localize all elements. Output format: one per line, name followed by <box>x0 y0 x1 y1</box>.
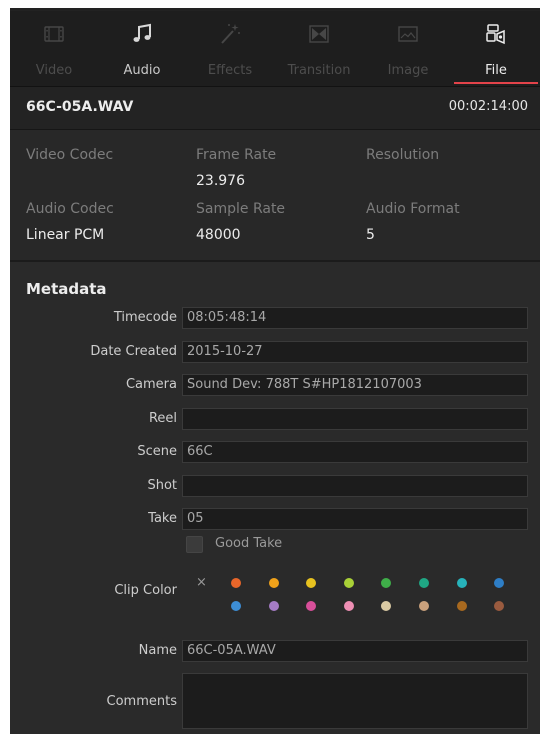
audio-codec-label: Audio Codec <box>26 201 114 217</box>
name-label: Name <box>138 643 177 658</box>
clip-color-label: Clip Color <box>114 583 177 598</box>
date-created-field[interactable]: 2015-10-27 <box>182 341 528 363</box>
audio-codec-value: Linear PCM <box>26 227 105 243</box>
clip-color-swatch[interactable] <box>269 578 279 588</box>
clip-file-name: 66C-05A.WAV <box>26 99 134 115</box>
tab-audio[interactable]: Audio <box>98 8 186 86</box>
resolution-label: Resolution <box>366 147 440 163</box>
audio-format-label: Audio Format <box>366 201 460 217</box>
clip-color-swatch[interactable] <box>457 601 467 611</box>
shot-field[interactable] <box>182 475 528 497</box>
clip-color-swatch[interactable] <box>231 601 241 611</box>
clip-color-swatch[interactable] <box>306 601 316 611</box>
clip-color-swatch[interactable] <box>344 601 354 611</box>
inspector-panel: Video Audio Effects Transition Image Fil… <box>10 8 540 734</box>
clip-color-swatch[interactable] <box>231 578 241 588</box>
frame-rate-value: 23.976 <box>196 173 245 189</box>
metadata-section-title: Metadata <box>26 280 107 298</box>
timecode-field[interactable]: 08:05:48:14 <box>182 307 528 329</box>
reel-label: Reel <box>148 411 177 426</box>
tab-transition[interactable]: Transition <box>274 8 364 86</box>
camera-label: Camera <box>125 377 177 392</box>
tab-label: Effects <box>207 63 253 78</box>
no-clip-color-button[interactable]: × <box>196 576 207 589</box>
comments-label: Comments <box>106 694 177 709</box>
take-field[interactable]: 05 <box>182 508 528 530</box>
clip-color-swatch[interactable] <box>494 601 504 611</box>
clip-duration: 00:02:14:00 <box>448 99 528 114</box>
reel-field[interactable] <box>182 408 528 430</box>
timecode-label: Timecode <box>113 310 177 325</box>
tab-label: Transition <box>287 63 351 78</box>
scene-field[interactable]: 66C <box>182 441 528 463</box>
audio-note-icon <box>133 23 151 42</box>
shot-label: Shot <box>147 478 177 493</box>
clip-color-swatch[interactable] <box>494 578 504 588</box>
tab-effects[interactable]: Effects <box>186 8 274 86</box>
date-created-label: Date Created <box>90 344 177 359</box>
section-divider <box>10 260 540 262</box>
good-take-label: Good Take <box>215 536 283 551</box>
tab-label: Image <box>387 63 429 78</box>
tab-label: File <box>485 63 507 78</box>
clip-color-swatch[interactable] <box>381 601 391 611</box>
clip-header: 66C-05A.WAV 00:02:14:00 <box>10 87 540 130</box>
transition-icon <box>309 25 329 43</box>
inspector-tab-bar: Video Audio Effects Transition Image Fil… <box>10 8 540 87</box>
sample-rate-value: 48000 <box>196 227 241 243</box>
take-label: Take <box>148 511 177 526</box>
scene-label: Scene <box>137 444 177 459</box>
audio-format-value: 5 <box>366 227 375 243</box>
tab-label: Audio <box>123 63 161 78</box>
clip-color-swatch[interactable] <box>419 601 429 611</box>
clip-color-swatch[interactable] <box>381 578 391 588</box>
tab-video[interactable]: Video <box>10 8 98 86</box>
frame-rate-label: Frame Rate <box>196 147 277 163</box>
active-tab-indicator <box>454 82 538 84</box>
clip-color-swatch[interactable] <box>344 578 354 588</box>
tab-image[interactable]: Image <box>364 8 452 86</box>
clip-color-swatch[interactable] <box>306 578 316 588</box>
image-icon <box>398 26 418 42</box>
file-icon <box>486 24 505 45</box>
video-codec-label: Video Codec <box>26 147 114 163</box>
clip-properties: Video Codec Frame Rate 23.976 Resolution… <box>10 130 540 260</box>
comments-field[interactable] <box>182 673 528 729</box>
clip-color-swatch[interactable] <box>269 601 279 611</box>
name-field[interactable]: 66C-05A.WAV <box>182 640 528 662</box>
video-icon <box>44 26 64 42</box>
clip-color-swatch[interactable] <box>419 578 429 588</box>
magic-wand-icon <box>221 24 240 44</box>
sample-rate-label: Sample Rate <box>196 201 286 217</box>
camera-field[interactable]: Sound Dev: 788T S#HP1812107003 <box>182 374 528 396</box>
tab-label: Video <box>35 63 73 78</box>
good-take-checkbox[interactable] <box>186 536 203 553</box>
clip-color-swatch[interactable] <box>457 578 467 588</box>
tab-file[interactable]: File <box>452 8 540 86</box>
